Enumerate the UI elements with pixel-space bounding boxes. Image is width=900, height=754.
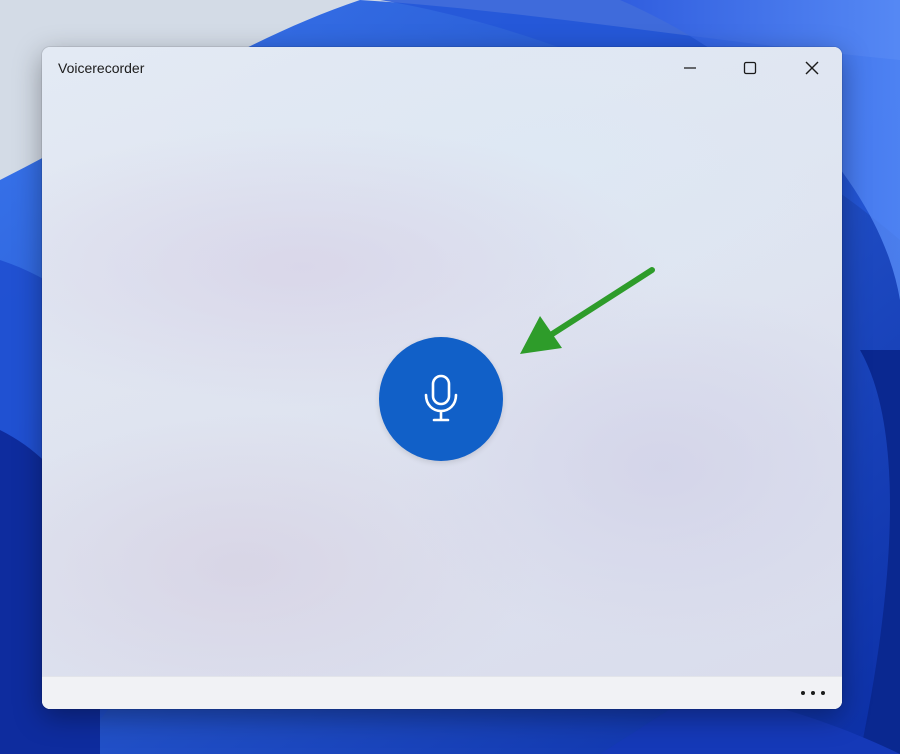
minimize-button[interactable] — [660, 47, 720, 89]
close-button[interactable] — [782, 47, 842, 89]
annotation-arrow — [520, 267, 655, 354]
more-options-button[interactable] — [798, 683, 828, 703]
microphone-icon — [424, 374, 458, 422]
bottom-command-bar — [42, 676, 842, 709]
minimize-icon — [684, 67, 696, 69]
maximize-button[interactable] — [720, 47, 780, 89]
more-options-icon — [801, 691, 825, 695]
window-title: Voicerecorder — [58, 60, 145, 76]
maximize-icon — [743, 61, 757, 75]
voice-recorder-window: Voicerecorder — [42, 47, 842, 709]
record-button[interactable] — [379, 337, 503, 461]
close-icon — [805, 61, 819, 75]
title-bar[interactable]: Voicerecorder — [42, 47, 842, 91]
